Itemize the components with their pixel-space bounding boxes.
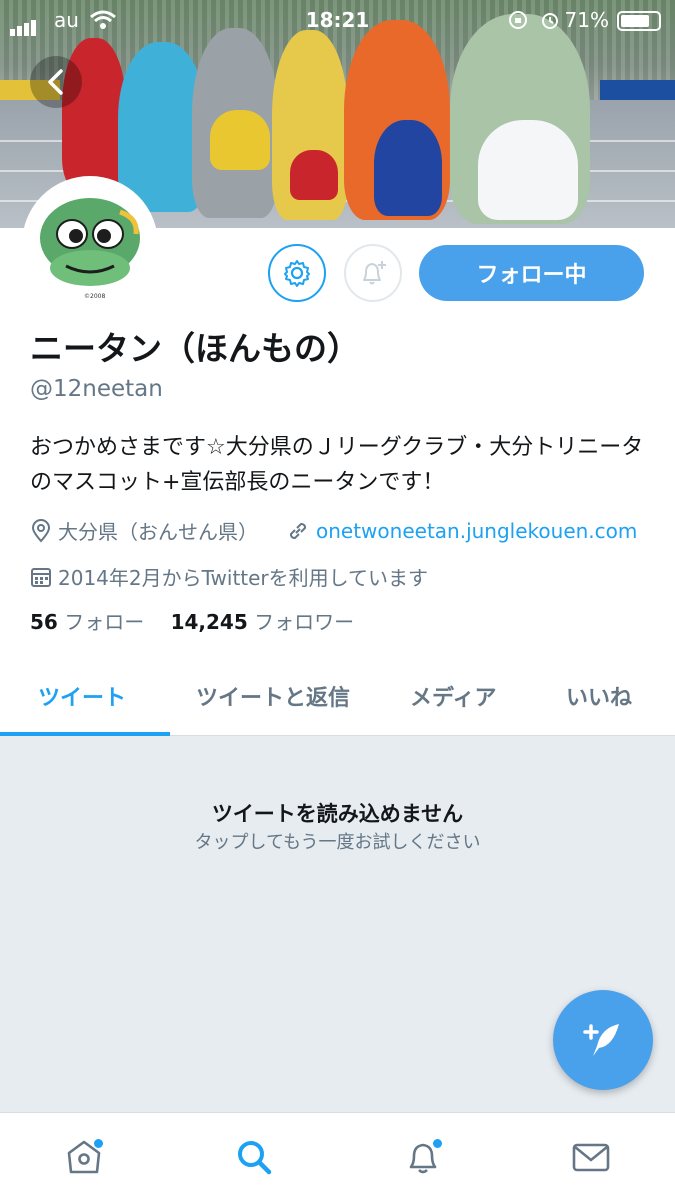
load-error-title: ツイートを読み込めません <box>211 802 464 826</box>
banner-mascot <box>374 120 442 216</box>
retry-hint[interactable]: タップしてもう一度お試しください <box>0 828 675 854</box>
nav-messages[interactable] <box>567 1133 615 1181</box>
location-text: 大分県（おんせん県） <box>58 520 258 544</box>
tab-tweets-and-replies[interactable]: ツイートと返信 <box>196 680 350 712</box>
mail-icon <box>572 1143 610 1172</box>
bell-plus-icon <box>363 261 386 285</box>
svg-text:©2008: ©2008 <box>84 293 105 300</box>
tab-likes[interactable]: いいね <box>566 680 632 712</box>
battery-percent: 71% <box>564 8 609 32</box>
compose-tweet-button[interactable] <box>553 990 653 1090</box>
user-handle: @12neetan <box>30 376 163 402</box>
back-button[interactable] <box>30 56 82 108</box>
following-count: 56 <box>30 610 58 634</box>
nav-notifications[interactable] <box>399 1133 447 1181</box>
joined-row: 2014年2月からTwitterを利用しています <box>30 562 428 591</box>
notifications-dot <box>433 1139 442 1148</box>
tab-tweets[interactable]: ツイート <box>38 680 126 712</box>
nav-home[interactable] <box>60 1133 108 1181</box>
profile-avatar[interactable]: ©2008 <box>22 176 158 312</box>
search-icon <box>238 1141 272 1175</box>
link-icon <box>289 522 307 539</box>
calendar-icon <box>31 567 51 587</box>
location-row: 大分県（おんせん県） onetwoneetan.junglekouen.com <box>30 516 637 545</box>
display-name: ニータン（ほんもの） <box>30 329 360 368</box>
website-link[interactable]: onetwoneetan.junglekouen.com <box>316 519 637 543</box>
banner-mascot <box>290 150 338 200</box>
nav-search[interactable] <box>230 1133 278 1181</box>
follow-counts: 56 フォロー 14,245 フォロワー <box>30 606 354 635</box>
status-bar: au 18:21 71% <box>0 0 675 40</box>
tab-media[interactable]: メディア <box>410 680 496 712</box>
followers-count: 14,245 <box>170 610 248 634</box>
followers-label: フォロワー <box>254 610 355 634</box>
following-label: フォロー <box>64 610 145 634</box>
battery-icon <box>617 11 661 31</box>
chevron-left-icon <box>48 69 63 95</box>
banner-mascot <box>210 110 270 170</box>
alarm-icon <box>542 13 558 29</box>
turtle-mascot-avatar-image: ©2008 <box>40 198 140 300</box>
compose-feather-icon <box>583 1024 619 1056</box>
banner-mascot <box>478 120 578 220</box>
joined-text: 2014年2月からTwitterを利用しています <box>58 566 429 590</box>
location-pin-icon <box>31 518 51 543</box>
rotation-lock-icon <box>509 11 527 29</box>
bottom-tab-bar <box>0 1112 675 1200</box>
home-notification-dot <box>94 1139 103 1148</box>
profile-tabs: ツイート ツイートと返信 メディア いいね <box>0 660 675 736</box>
profile-bio: おつかめさまです☆大分県のＪリーグクラブ・大分トリニータのマスコット+宣伝部長の… <box>30 435 644 495</box>
followers-link[interactable]: 14,245 フォロワー <box>171 610 355 634</box>
following-link[interactable]: 56 フォロー <box>30 610 144 634</box>
notifications-toggle-button[interactable] <box>344 244 402 302</box>
following-button[interactable]: フォロー中 <box>419 245 644 301</box>
gear-icon <box>284 260 310 287</box>
settings-button[interactable] <box>268 244 326 302</box>
